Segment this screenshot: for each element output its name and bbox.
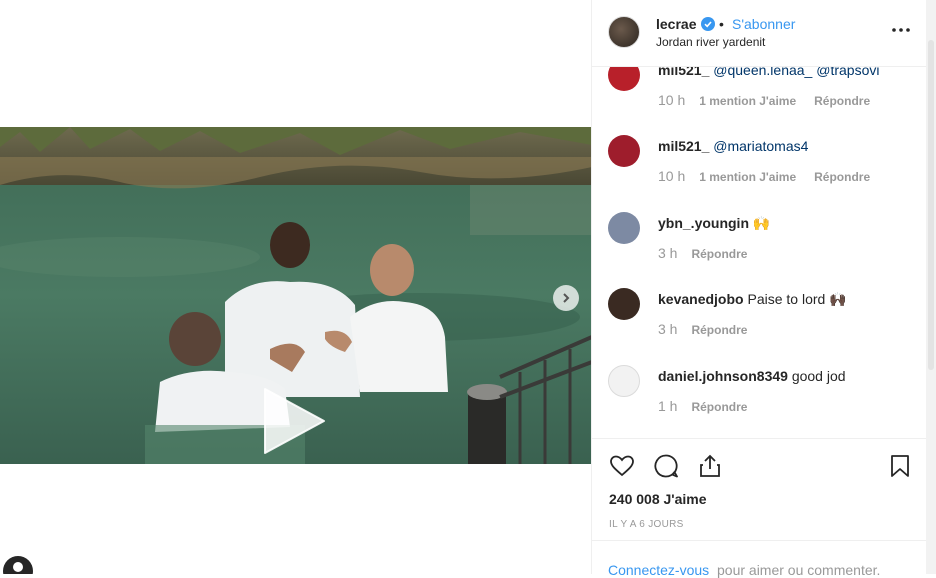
verified-badge-icon xyxy=(701,17,715,31)
comment-item: mil521_ @mariatomas4 10 h 1 mention J'aim… xyxy=(592,135,927,211)
comment-time: 3 h xyxy=(658,321,678,337)
comment-time: 10 h xyxy=(658,92,686,108)
commenter-avatar[interactable] xyxy=(608,288,640,320)
commenter-username[interactable]: kevanedjobo xyxy=(658,291,744,307)
post-header: lecrae • S'abonner Jordan river yardenit xyxy=(592,0,927,67)
commenter-avatar[interactable] xyxy=(608,67,640,91)
comment-text: good jod xyxy=(791,368,846,384)
commenter-username[interactable]: mil521_ xyxy=(658,67,709,78)
comment-text: Paise to lord 🙌🏿 xyxy=(747,291,847,307)
post-location[interactable]: Jordan river yardenit xyxy=(656,35,765,49)
share-icon[interactable] xyxy=(697,453,723,479)
commenter-username[interactable]: ybn_.youngin xyxy=(658,215,749,231)
comment-likes[interactable]: 1 mention J'aime xyxy=(699,170,796,184)
login-prompt-text: pour aimer ou commenter. xyxy=(717,562,881,578)
comment-item: kevanedjobo Paise to lord 🙌🏿 3 h Répondre xyxy=(592,288,927,364)
viewer-avatar[interactable] xyxy=(3,556,33,574)
more-options-icon[interactable] xyxy=(890,19,912,41)
comment-item: daniel.johnson8349 good jod 1 h Répondre xyxy=(592,365,927,437)
comment-item: ybn_.youngin 🙌 3 h Répondre xyxy=(592,212,927,288)
login-prompt: Connectez-vous pour aimer ou commenter. xyxy=(592,540,927,578)
post-actions: 240 008 J'aime IL Y A 6 JOURS xyxy=(592,438,927,539)
play-icon[interactable] xyxy=(258,386,328,456)
reply-button[interactable]: Répondre xyxy=(814,94,870,108)
comment-mentions[interactable]: @queen.lenaa_ @trapsovi xyxy=(713,67,879,78)
post-video[interactable] xyxy=(0,127,592,464)
comment-likes[interactable]: 1 mention J'aime xyxy=(699,94,796,108)
commenter-avatar[interactable] xyxy=(608,135,640,167)
comments-list[interactable]: mil521_ @queen.lenaa_ @trapsovi 10 h 1 me… xyxy=(592,67,927,437)
likes-count[interactable]: 240 008 J'aime xyxy=(609,491,707,507)
scrollbar-thumb[interactable] xyxy=(928,40,934,370)
page-scrollbar[interactable] xyxy=(926,0,936,574)
comment-time: 1 h xyxy=(658,398,678,414)
reply-button[interactable]: Répondre xyxy=(691,400,747,414)
login-link[interactable]: Connectez-vous xyxy=(608,562,709,578)
author-username[interactable]: lecrae xyxy=(656,16,696,32)
post-timestamp: IL Y A 6 JOURS xyxy=(609,519,684,530)
comment-icon[interactable] xyxy=(653,453,679,479)
follow-button[interactable]: S'abonner xyxy=(732,16,795,32)
heart-icon[interactable] xyxy=(609,453,635,479)
comment-text: 🙌 xyxy=(752,215,771,231)
chevron-right-icon[interactable] xyxy=(553,285,579,311)
commenter-avatar[interactable] xyxy=(608,212,640,244)
media-pane xyxy=(0,0,592,574)
commenter-username[interactable]: mil521_ xyxy=(658,138,709,154)
bookmark-icon[interactable] xyxy=(887,453,913,479)
comment-time: 10 h xyxy=(658,168,686,184)
commenter-username[interactable]: daniel.johnson8349 xyxy=(658,368,788,384)
author-avatar[interactable] xyxy=(608,16,640,48)
comment-mentions[interactable]: @mariatomas4 xyxy=(713,138,808,154)
reply-button[interactable]: Répondre xyxy=(691,247,747,261)
post-details-pane: lecrae • S'abonner Jordan river yardenit… xyxy=(591,0,927,578)
reply-button[interactable]: Répondre xyxy=(814,170,870,184)
comment-item: mil521_ @queen.lenaa_ @trapsovi 10 h 1 me… xyxy=(592,67,927,135)
commenter-avatar[interactable] xyxy=(608,365,640,397)
separator-dot: • xyxy=(719,16,724,32)
reply-button[interactable]: Répondre xyxy=(691,323,747,337)
comment-time: 3 h xyxy=(658,245,678,261)
